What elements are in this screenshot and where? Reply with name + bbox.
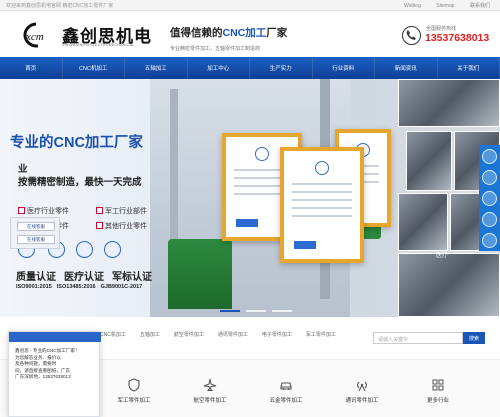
chat-icon[interactable] <box>482 149 497 164</box>
top-link-sitemap[interactable]: Sitemap <box>436 3 454 9</box>
certificate-image <box>280 147 364 263</box>
nav-item-industry[interactable]: 行业资料 <box>313 57 375 79</box>
category-more[interactable]: 更多行业 <box>408 378 468 410</box>
cert-label: 质量认证 <box>16 272 56 283</box>
nav-item-about[interactable]: 关于我们 <box>438 57 500 79</box>
check-icon <box>96 207 103 214</box>
phone-icon[interactable] <box>482 212 497 227</box>
category-label: 军工零件加工 <box>117 398 151 404</box>
product-photo <box>398 253 500 317</box>
category-aviation[interactable]: 航空零件加工 <box>180 378 240 410</box>
subnav-item[interactable]: 军工零件加工 <box>306 331 336 338</box>
online-service-button[interactable]: 在线客服 <box>17 222 55 231</box>
banner-title: 专业的CNC加工厂家 <box>10 135 143 151</box>
cert-label: 医疗认证 <box>64 272 104 283</box>
hotline[interactable]: 全国服务热线 13537638013 <box>402 24 494 50</box>
product-photo <box>398 193 448 251</box>
cert-code: ISO9001:2015 <box>16 284 52 290</box>
slogan-highlight: CNC加工 <box>222 27 267 39</box>
check-icon <box>18 207 25 214</box>
nav-item-strength[interactable]: 生产实力 <box>250 57 313 79</box>
chat-message: 鑫创思 - 专业的CNC加工厂家！ 为您解答业务、报价以 及各种问题，需要时 间… <box>15 348 80 379</box>
chat-popup[interactable]: 鑫创思 - 专业的CNC加工厂家！ 为您解答业务、报价以 及各种问题，需要时 间… <box>8 331 101 417</box>
photo-label: 医疗 <box>436 253 449 259</box>
slider-dot[interactable] <box>272 310 292 312</box>
subnav-item[interactable]: 通讯零件加工 <box>218 331 248 338</box>
site-header: xcm 鑫创思机电 XINCHUANGSI ELECTROMECHANICAL … <box>0 11 500 57</box>
phone-icon <box>402 26 421 45</box>
subnav-item[interactable]: 五轴加工 <box>140 331 160 338</box>
category-military[interactable]: 军工零件加工 <box>104 378 164 410</box>
nav-item-news[interactable]: 新闻资讯 <box>375 57 438 79</box>
banner-subtitle-1: 业 <box>18 164 28 175</box>
slider-dot[interactable] <box>220 310 240 312</box>
product-photo <box>406 131 452 191</box>
cert-code: GJB9001C-2017 <box>100 284 143 290</box>
online-service-button[interactable]: 在线客服 <box>17 235 55 244</box>
welcome-text: 欢迎来到鑫创思机电官网 精密CNC加工零件厂家 <box>6 3 114 9</box>
logo-mark-icon: xcm <box>23 22 44 48</box>
search-button[interactable]: 搜索 <box>463 332 485 344</box>
check-icon <box>96 222 103 229</box>
top-icon[interactable] <box>482 233 497 248</box>
subnav-item[interactable]: CNC机加工 <box>100 331 126 338</box>
plane-icon <box>203 378 217 391</box>
category-hardware[interactable]: 五金零件加工 <box>256 378 316 410</box>
category-label: 五金零件加工 <box>269 398 303 404</box>
feature-item: 医疗行业零件 <box>18 206 69 216</box>
signal-icon <box>357 381 367 392</box>
slogan-subtitle: 专业精密零件加工，五轴零件加工制造商 <box>170 46 261 52</box>
sub-nav: CNC机加工 五轴加工 航空零件加工 通讯零件加工 电子零件加工 军工零件加工 <box>100 331 350 338</box>
site-logo[interactable]: xcm 鑫创思机电 XINCHUANGSI ELECTROMECHANICAL <box>16 21 151 51</box>
category-label: 更多行业 <box>426 398 449 404</box>
search-input[interactable]: 请输入关键字 <box>373 332 463 344</box>
main-nav: 首页 CNC机加工 五轴加工 加工中心 生产实力 行业资料 新闻资讯 关于我们 <box>0 57 500 79</box>
cert-code: ISO13485:2016 <box>56 284 96 290</box>
green-machine-part <box>168 239 232 309</box>
feature-item: 其他行业零件 <box>96 221 147 231</box>
top-link-weblog[interactable]: Weblog <box>404 3 421 9</box>
chat-header[interactable] <box>9 332 101 342</box>
slogan-main: 值得信赖的CNC加工厂家 <box>170 27 288 39</box>
nav-item-machining-center[interactable]: 加工中心 <box>188 57 250 79</box>
category-label: 航空零件加工 <box>193 398 227 404</box>
category-telecom[interactable]: 通讯零件加工 <box>332 378 392 410</box>
hero-banner[interactable]: 医疗 专业的CNC加工厂家 业 按需精密制造，最快一天完成 医疗行业零件 军工行… <box>0 79 500 317</box>
category-label: 通讯零件加工 <box>345 398 379 404</box>
nav-item-cnc[interactable]: CNC机加工 <box>63 57 125 79</box>
nav-item-home[interactable]: 首页 <box>0 57 63 79</box>
subnav-item[interactable]: 电子零件加工 <box>262 331 292 338</box>
side-contact-bar <box>479 145 500 251</box>
nav-item-five-axis[interactable]: 五轴加工 <box>125 57 188 79</box>
logo-english: XINCHUANGSI ELECTROMECHANICAL <box>62 43 135 47</box>
subnav-item[interactable]: 航空零件加工 <box>174 331 204 338</box>
grid-icon <box>432 379 444 391</box>
top-links: Weblog Sitemap 联系我们 <box>390 2 490 9</box>
shield-icon <box>128 378 140 392</box>
car-icon <box>280 382 292 390</box>
floating-service-menu: 在线客服 在线客服 <box>10 217 60 249</box>
cert-label: 军标认证 <box>112 272 152 283</box>
svg-text:xcm: xcm <box>25 31 44 43</box>
banner-subtitle-2: 按需精密制造，最快一天完成 <box>18 177 142 188</box>
wechat-icon[interactable] <box>482 170 497 185</box>
hotline-number: 13537638013 <box>425 32 490 44</box>
top-strip: 欢迎来到鑫创思机电官网 精密CNC加工零件厂家 Weblog Sitemap 联… <box>0 0 500 11</box>
certification-codes: ISO9001:2015 ISO13485:2016 GJB9001C-2017 <box>16 284 147 290</box>
product-photo <box>398 79 500 127</box>
header-slogan: 值得信赖的CNC加工厂家 专业精密零件加工，五轴零件加工制造商 <box>170 25 287 52</box>
qq-icon[interactable] <box>482 191 497 206</box>
hotline-label: 全国服务热线 <box>426 26 457 32</box>
slider-dot[interactable] <box>246 310 266 312</box>
feature-item: 军工行业部件 <box>96 206 147 216</box>
slider-dots <box>220 310 298 312</box>
medical-icon <box>104 241 121 258</box>
iso-icon <box>76 241 93 258</box>
top-link-contact[interactable]: 联系我们 <box>470 3 490 9</box>
certification-labels: 质量认证 医疗认证 军标认证 <box>16 268 160 283</box>
